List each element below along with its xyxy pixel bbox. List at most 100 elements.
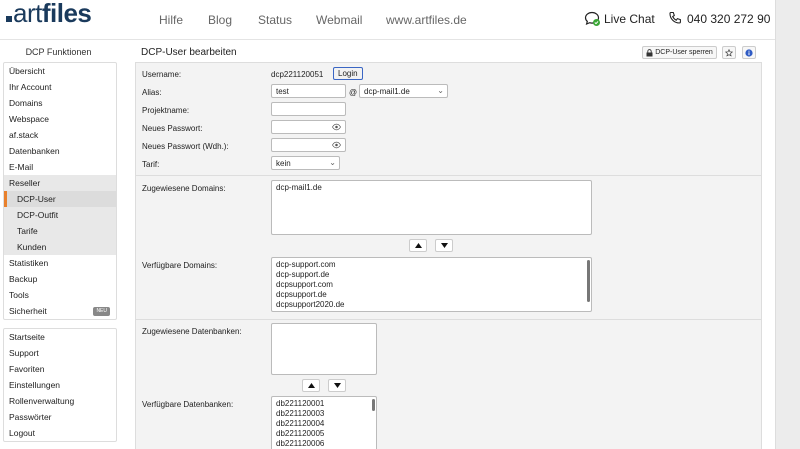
sidebar-item-support[interactable]: Support — [4, 345, 116, 361]
triangle-up-icon — [307, 383, 315, 388]
sidebar-item-tarife[interactable]: Tarife — [4, 223, 116, 239]
divider — [136, 175, 761, 176]
nav-link-webmail[interactable]: Webmail — [316, 13, 362, 27]
logo-files: files — [41, 0, 92, 28]
projektname-input[interactable] — [271, 102, 346, 116]
sidebar-item-uebersicht[interactable]: Übersicht — [4, 63, 116, 79]
tarif-select[interactable]: kein ⌄ — [271, 156, 340, 170]
info-button[interactable] — [742, 46, 756, 59]
move-down-button[interactable] — [328, 379, 346, 392]
available-db-label: Verfügbare Datenbanken: — [142, 400, 234, 409]
info-icon — [745, 48, 753, 57]
list-item[interactable]: db221120004 — [276, 419, 372, 429]
password-repeat-input[interactable] — [271, 138, 346, 152]
list-item[interactable]: dcp-support.de — [276, 270, 587, 280]
move-up-button[interactable] — [409, 239, 427, 252]
sidebar-item-datenbanken[interactable]: Datenbanken — [4, 143, 116, 159]
sidebar-item-favoriten[interactable]: Favoriten — [4, 361, 116, 377]
sidebar-item-dcp-user[interactable]: DCP-User — [4, 191, 116, 207]
sidebar-item-passwoerter[interactable]: Passwörter — [4, 409, 116, 425]
lock-icon — [646, 48, 653, 56]
password-repeat-label: Neues Passwort (Wdh.): — [142, 142, 229, 151]
sidebar-item-backup[interactable]: Backup — [4, 271, 116, 287]
scrollbar[interactable] — [372, 399, 375, 411]
list-item[interactable]: dcpsupport.com — [276, 280, 587, 290]
available-domains-list[interactable]: dcp-support.com dcp-support.de dcpsuppor… — [271, 257, 592, 312]
move-up-button[interactable] — [302, 379, 320, 392]
triangle-down-icon — [440, 243, 448, 248]
list-item[interactable]: dcp-mail1.de — [276, 183, 587, 193]
divider — [136, 319, 761, 320]
sidebar-item-label: Sicherheit — [9, 306, 47, 316]
sidebar-item-tools[interactable]: Tools — [4, 287, 116, 303]
eye-icon[interactable] — [332, 123, 341, 131]
live-chat-button[interactable]: Live Chat — [584, 11, 655, 27]
sidebar-item-email[interactable]: E-Mail — [4, 159, 116, 175]
artfiles-logo[interactable]: art files — [6, 0, 92, 28]
login-button[interactable]: Login — [333, 67, 363, 80]
sidebar-item-domains[interactable]: Domains — [4, 95, 116, 111]
sidebar-item-reseller[interactable]: Reseller — [4, 175, 116, 191]
triangle-up-icon — [414, 243, 422, 248]
phone-number: 040 320 272 90 — [687, 11, 771, 26]
move-down-button[interactable] — [435, 239, 453, 252]
sidebar-item-webspace[interactable]: Webspace — [4, 111, 116, 127]
list-item[interactable]: dcp-support.com — [276, 260, 587, 270]
assigned-domains-list[interactable]: dcp-mail1.de — [271, 180, 592, 235]
chevron-down-icon: ⌄ — [329, 158, 336, 167]
sidebar-item-rollenverwaltung[interactable]: Rollenverwaltung — [4, 393, 116, 409]
assigned-db-label: Zugewiesene Datenbanken: — [142, 327, 242, 336]
assigned-db-list[interactable] — [271, 323, 377, 375]
sidebar-secondary-menu: Startseite Support Favoriten Einstellung… — [3, 328, 117, 442]
main-content: DCP-User bearbeiten DCP-User sperren Use… — [135, 44, 762, 449]
lock-user-label: DCP-User sperren — [655, 49, 713, 56]
available-db-list[interactable]: db221120001 db221120003 db221120004 db22… — [271, 396, 377, 449]
alias-input[interactable]: test — [271, 84, 346, 98]
lock-user-button[interactable]: DCP-User sperren — [642, 46, 717, 59]
sidebar-item-logout[interactable]: Logout — [4, 425, 116, 441]
sidebar-item-statistiken[interactable]: Statistiken — [4, 255, 116, 271]
projektname-label: Projektname: — [142, 106, 190, 115]
list-item[interactable]: db221120006 — [276, 439, 372, 449]
sidebar: DCP Funktionen Übersicht Ihr Account Dom… — [0, 44, 117, 442]
sidebar-item-sicherheit[interactable]: Sicherheit NEU — [4, 303, 116, 319]
nav-link-blog[interactable]: Blog — [208, 13, 232, 27]
nav-link-artfiles[interactable]: www.artfiles.de — [386, 13, 467, 27]
favorite-button[interactable] — [722, 46, 736, 59]
sidebar-item-afstack[interactable]: af.stack — [4, 127, 116, 143]
list-item[interactable]: db221120005 — [276, 429, 372, 439]
eye-icon[interactable] — [332, 141, 341, 149]
sidebar-item-kunden[interactable]: Kunden — [4, 239, 116, 255]
tarif-label: Tarif: — [142, 160, 160, 169]
chat-icon — [584, 11, 600, 26]
sidebar-title: DCP Funktionen — [25, 47, 92, 57]
sidebar-item-dcp-outfit[interactable]: DCP-Outfit — [4, 207, 116, 223]
list-item[interactable]: dcpsupport2020.de — [276, 300, 587, 310]
phone-contact[interactable]: 040 320 272 90 — [668, 11, 770, 26]
live-chat-label: Live Chat — [604, 12, 655, 26]
top-bar: art files Hilfe Blog Status Webmail www.… — [0, 0, 775, 40]
sidebar-item-einstellungen[interactable]: Einstellungen — [4, 377, 116, 393]
alias-domain-select[interactable]: dcp-mail1.de ⌄ — [359, 84, 448, 98]
logo-art: art — [13, 0, 42, 28]
list-item[interactable]: db221120003 — [276, 409, 372, 419]
password-input[interactable] — [271, 120, 346, 134]
edit-user-panel: Username: dcp221120051 Login Alias: test… — [135, 62, 762, 449]
scrollbar[interactable] — [587, 260, 590, 302]
right-scroll-area — [775, 0, 800, 449]
nav-link-status[interactable]: Status — [258, 13, 292, 27]
star-icon — [725, 48, 733, 57]
list-item[interactable]: dcpsupport.de — [276, 290, 587, 300]
assigned-domains-label: Zugewiesene Domains: — [142, 184, 226, 193]
content-header: DCP-User bearbeiten DCP-User sperren — [135, 44, 762, 61]
chevron-down-icon: ⌄ — [437, 86, 444, 95]
sidebar-item-account[interactable]: Ihr Account — [4, 79, 116, 95]
page-title: DCP-User bearbeiten — [141, 47, 237, 58]
alias-domain-value: dcp-mail1.de — [364, 87, 410, 96]
sidebar-item-startseite[interactable]: Startseite — [4, 329, 116, 345]
logo-dot — [6, 16, 12, 22]
sidebar-main-menu: Übersicht Ihr Account Domains Webspace a… — [3, 62, 117, 320]
nav-link-hilfe[interactable]: Hilfe — [159, 13, 183, 27]
username-label: Username: — [142, 70, 182, 79]
list-item[interactable]: db221120001 — [276, 399, 372, 409]
